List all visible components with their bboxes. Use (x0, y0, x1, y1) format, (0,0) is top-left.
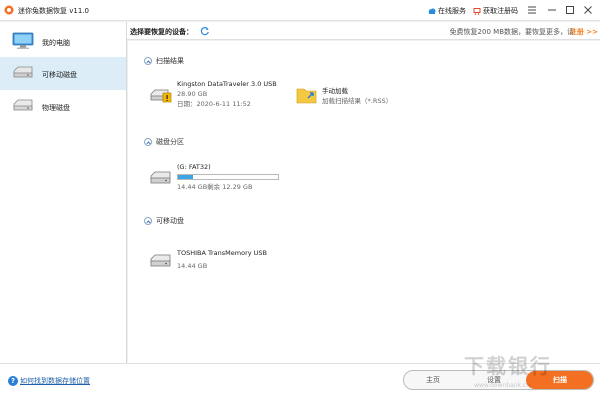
cart-icon (473, 8, 481, 15)
help-icon: ? (8, 376, 18, 386)
app-title: 迷你兔数据恢复 v11.0 (18, 7, 89, 15)
partition-usage-text: 14.44 GB剩余 12.29 GB (177, 183, 253, 191)
section-title: 扫描结果 (156, 57, 184, 65)
sidebar-item-label: 我的电脑 (42, 39, 70, 47)
section-title: 磁盘分区 (156, 138, 184, 146)
maximize-icon[interactable] (564, 4, 576, 16)
watermark-url: www.downbank.cn (474, 382, 531, 389)
section-header-partitions[interactable]: 磁盘分区 (144, 137, 184, 147)
section-header-scan-results[interactable]: 扫描结果 (144, 56, 184, 66)
title-bar: 迷你兔数据恢复 v11.0 在线服务 获取注册码 (0, 0, 600, 21)
collapse-chevron-icon[interactable] (144, 138, 152, 146)
online-service-label: 在线服务 (438, 7, 466, 15)
collapse-chevron-icon[interactable] (144, 57, 152, 65)
register-link[interactable]: 注册 >> (570, 27, 598, 37)
partition-name: (G: FAT32) (177, 163, 211, 171)
device-list-panel: 扫描结果 Kingston DataTraveler 3.0 USB 28.90… (128, 41, 600, 363)
sidebar-item-label: 物理磁盘 (42, 104, 70, 112)
device-size: 14.44 GB (177, 262, 208, 270)
removable-drive-icon (150, 254, 171, 267)
device-name: TOSHIBA TransMemory USB (177, 249, 268, 257)
home-button[interactable]: 主页 (404, 371, 462, 389)
refresh-icon[interactable] (200, 26, 210, 36)
usb-drive-warning-icon (150, 89, 172, 103)
app-logo-icon (4, 5, 14, 15)
online-service-link[interactable]: 在线服务 (428, 6, 466, 16)
physical-disk-icon (13, 99, 33, 111)
find-data-location-link[interactable]: 如何找到数据存储位置 (20, 376, 90, 386)
device-select-header: 选择要恢复的设备： 免费恢复200 MB数据，要恢复更多，请 注册 >> (127, 22, 600, 40)
partition-usage-bar (177, 174, 279, 180)
removable-disk-icon (13, 66, 33, 78)
get-register-code-link[interactable]: 获取注册码 (473, 6, 518, 16)
minimize-icon[interactable] (546, 4, 558, 16)
device-date: 日期：2020-6-11 11:52 (177, 100, 251, 108)
sidebar-item-physical-disk[interactable]: 物理磁盘 (0, 90, 126, 123)
folder-load-icon (296, 88, 317, 104)
section-header-removable[interactable]: 可移动盘 (144, 216, 184, 226)
sidebar-item-label: 可移动磁盘 (42, 71, 77, 79)
device-select-label: 选择要恢复的设备： (130, 28, 193, 36)
partition-usage-fill (178, 175, 193, 179)
manual-load-title: 手动加载 (322, 87, 348, 95)
sidebar-item-my-computer[interactable]: 我的电脑 (0, 25, 126, 58)
manual-load-subtitle: 加载扫描结果（*.RSS） (322, 97, 393, 105)
monitor-icon (12, 32, 34, 49)
collapse-chevron-icon[interactable] (144, 217, 152, 225)
close-icon[interactable] (582, 4, 594, 16)
section-title: 可移动盘 (156, 217, 184, 225)
watermark-logo: 下载银行 (464, 354, 552, 378)
manual-load-card[interactable]: 手动加载 加载扫描结果（*.RSS） (322, 86, 392, 106)
scanned-device-card[interactable]: Kingston DataTraveler 3.0 USB 28.90 GB 日… (177, 79, 277, 109)
cloud-icon (428, 8, 436, 14)
sidebar: 我的电脑 可移动磁盘 物理磁盘 (0, 22, 127, 363)
device-size: 28.90 GB (177, 90, 208, 98)
device-name: Kingston DataTraveler 3.0 USB (177, 80, 277, 88)
sidebar-item-removable-disk[interactable]: 可移动磁盘 (0, 57, 126, 90)
get-register-code-label: 获取注册码 (483, 7, 518, 15)
menu-icon[interactable] (526, 4, 538, 16)
partition-drive-icon (150, 171, 171, 184)
free-limit-text: 免费恢复200 MB数据，要恢复更多，请 (449, 28, 574, 36)
removable-device-card[interactable]: TOSHIBA TransMemory USB 14.44 GB (177, 248, 267, 271)
